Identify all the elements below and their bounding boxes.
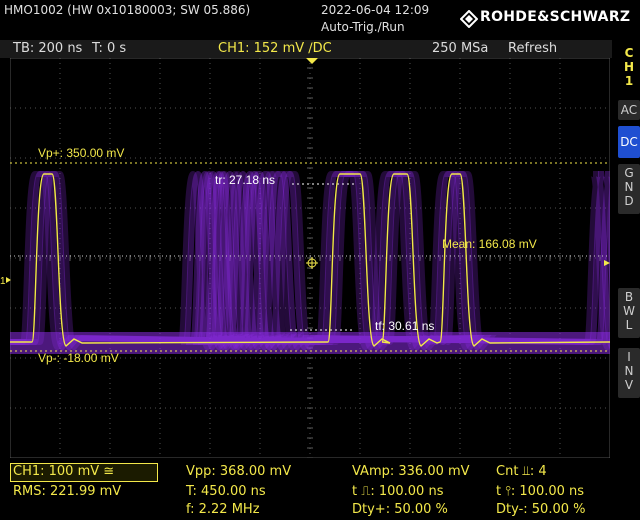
- coupling-dc-button[interactable]: DC: [618, 126, 640, 158]
- trigger-time[interactable]: T: 0 s: [92, 41, 126, 56]
- rms-value: RMS: 221.99 mV: [13, 484, 122, 499]
- vamp-value: VAmp: 336.00 mV: [352, 464, 470, 479]
- bandwidth-limit-button[interactable]: BWL: [618, 288, 640, 338]
- datetime: 2022-06-04 12:09: [321, 3, 430, 17]
- frequency-value: f: 2.22 MHz: [186, 502, 260, 517]
- brand-logo: ROHDE&SCHWARZ: [458, 8, 638, 30]
- negative-width-value: t ⫯: 100.00 ns: [496, 484, 585, 499]
- duty-minus-value: Dty-: 50.00 %: [496, 502, 586, 517]
- coupling-ac-button[interactable]: AC: [618, 100, 640, 120]
- device-info: HMO1002 (HW 0x10180003; SW 05.886): [4, 3, 251, 17]
- count-value: Cnt ⫫: 4: [496, 464, 547, 479]
- acquisition-mode[interactable]: Refresh: [508, 41, 557, 56]
- ch1-ground-marker[interactable]: 1: [0, 274, 12, 286]
- positive-width-value: t ⎍: 100.00 ns: [352, 484, 444, 499]
- coupling-gnd-button[interactable]: GND: [618, 164, 640, 214]
- rs-diamond-icon: [460, 10, 478, 28]
- trigger-mode: Auto-Trig./Run: [321, 20, 405, 34]
- invert-button[interactable]: INV: [618, 348, 640, 398]
- brand-name: ROHDE&SCHWARZ: [480, 9, 631, 25]
- period-value: T: 450.00 ns: [186, 484, 266, 499]
- ch1-scale[interactable]: CH1: 100 mV ≅: [13, 464, 114, 479]
- ch1-trigger-level[interactable]: CH1: 152 mV ∕DC: [218, 41, 332, 56]
- vpp-value: Vpp: 368.00 mV: [186, 464, 292, 479]
- svg-text:1: 1: [0, 276, 6, 286]
- vp-plus-label: Vp+: 350.00 mV: [38, 146, 124, 160]
- duty-plus-value: Dty+: 50.00 %: [352, 502, 448, 517]
- fall-time-label: tf: 30.61 ns: [375, 319, 434, 333]
- mean-label: Mean: 166.08 mV: [442, 237, 537, 251]
- vp-minus-label: Vp-: -18.00 mV: [38, 351, 119, 365]
- channel-selector[interactable]: CH1: [618, 46, 640, 90]
- rise-time-label: tr: 27.18 ns: [215, 173, 275, 187]
- timebase[interactable]: TB: 200 ns: [13, 41, 82, 56]
- waveform-screen[interactable]: Vp+: 350.00 mV Vp-: -18.00 mV tr: 27.18 …: [10, 58, 610, 458]
- sample-rate: 250 MSa: [432, 41, 489, 56]
